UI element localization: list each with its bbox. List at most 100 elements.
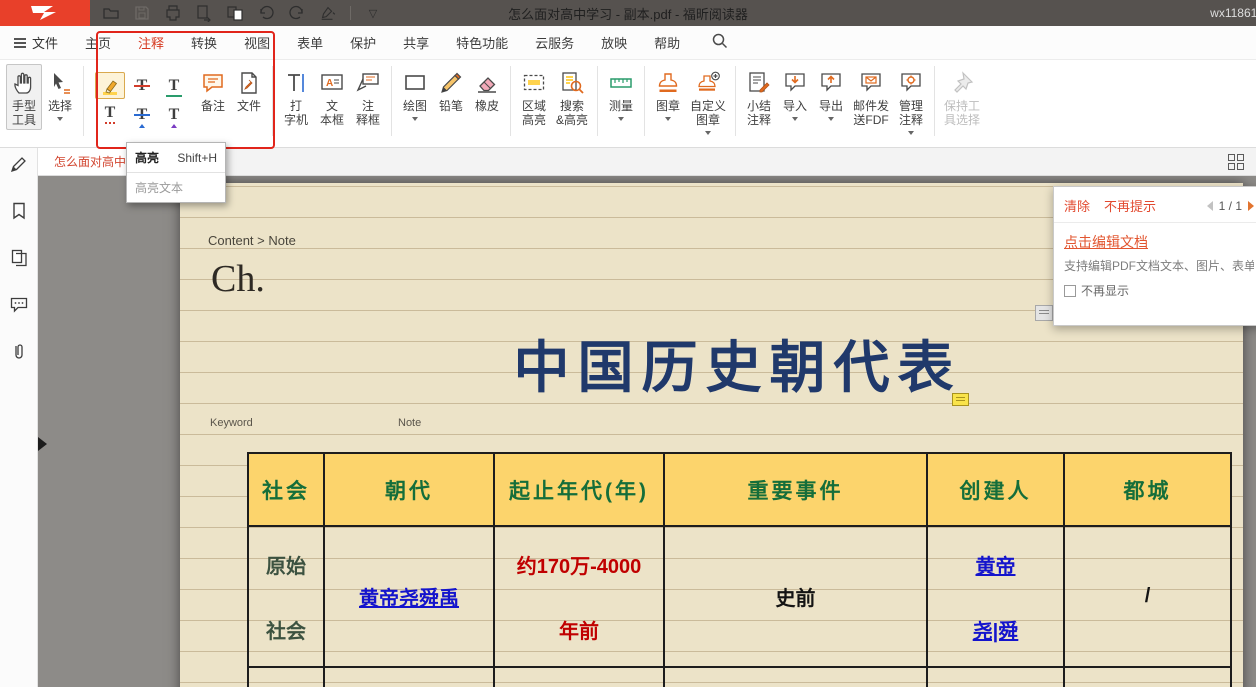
group-separator xyxy=(83,66,84,136)
attachment-icon[interactable] xyxy=(8,341,30,363)
stamp-button[interactable]: 图章 xyxy=(650,64,686,124)
drawing-button[interactable]: 绘图 xyxy=(397,64,433,124)
tab-features[interactable]: 特色功能 xyxy=(456,33,508,52)
chevron-down-icon xyxy=(57,117,63,121)
squiggly-tool-button[interactable]: T xyxy=(95,101,125,128)
measure-button[interactable]: 测量 xyxy=(603,64,639,124)
search-highlight-button[interactable]: 搜索 &高亮 xyxy=(552,64,592,130)
prev-tip-icon[interactable] xyxy=(1207,201,1213,211)
edit-doc-widget-icon[interactable] xyxy=(1035,305,1053,321)
partial-row-cell xyxy=(1065,668,1230,687)
manage-comments-button[interactable]: 管理 注释 xyxy=(893,64,929,138)
clear-button[interactable]: 清除 xyxy=(1064,196,1090,215)
dont-show-checkbox[interactable] xyxy=(1064,285,1076,297)
insert-text-icon: T xyxy=(169,107,180,123)
highlight-dropdown: 高亮 Shift+H 高亮文本 xyxy=(126,142,226,203)
bookmark-icon[interactable] xyxy=(8,200,30,222)
email-fdf-button[interactable]: 邮件发 送FDF xyxy=(849,64,893,130)
export-pdf-icon[interactable] xyxy=(195,4,213,22)
strikeout-icon: T xyxy=(137,78,148,94)
dropdown-item-highlight[interactable]: 高亮 Shift+H xyxy=(127,143,225,172)
svg-text:A: A xyxy=(326,78,333,89)
founder-link-2[interactable]: 尧|舜 xyxy=(973,615,1019,644)
area-highlight-button[interactable]: 区域 高亮 xyxy=(516,64,552,130)
sidebar-expand-handle[interactable] xyxy=(38,437,47,451)
hamburger-icon xyxy=(14,36,26,50)
table-header-founder: 创建人 xyxy=(928,454,1065,527)
convert-icon[interactable] xyxy=(226,4,244,22)
signature-icon[interactable] xyxy=(319,4,337,22)
note-annotation-icon[interactable] xyxy=(952,393,969,406)
cell-dynasty: 黄帝尧舜禹 xyxy=(325,527,495,668)
chevron-down-icon xyxy=(792,117,798,121)
hand-tool-button[interactable]: 手型 工具 xyxy=(6,64,42,130)
partial-row-cell xyxy=(665,668,928,687)
eraser-button[interactable]: 橡皮 xyxy=(469,64,505,116)
toolbar-separator xyxy=(350,6,351,20)
strikeout-tool-button[interactable]: T xyxy=(127,72,157,99)
callout-button[interactable]: 注 释框 xyxy=(350,64,386,130)
save-icon[interactable] xyxy=(133,4,151,22)
textbox-icon: A xyxy=(319,70,345,96)
no-remind-button[interactable]: 不再提示 xyxy=(1104,196,1156,215)
partial-row-cell xyxy=(249,668,325,687)
quick-access-toolbar: ▽ xyxy=(102,4,382,22)
eraser-icon xyxy=(474,70,500,96)
tab-present[interactable]: 放映 xyxy=(601,33,627,52)
note-button[interactable]: 备注 xyxy=(195,64,231,116)
left-sidebar xyxy=(0,148,38,687)
custom-stamp-icon xyxy=(695,70,721,96)
chevron-down-icon xyxy=(618,117,624,121)
tip-pager: 1 / 1 xyxy=(1207,199,1254,213)
tab-share[interactable]: 共享 xyxy=(403,33,429,52)
select-button[interactable]: 选择 xyxy=(42,64,78,124)
keep-tool-selected-button[interactable]: 保持工 具选择 xyxy=(940,64,984,130)
tab-convert[interactable]: 转换 xyxy=(191,33,217,52)
redo-icon[interactable] xyxy=(288,4,306,22)
file-menu[interactable]: 文件 xyxy=(14,33,58,52)
tab-form[interactable]: 表单 xyxy=(297,33,323,52)
next-tip-icon[interactable] xyxy=(1248,201,1254,211)
underline-tool-button[interactable]: T xyxy=(159,72,189,99)
cell-society: 原始 社会 xyxy=(249,527,325,668)
chevron-down-icon xyxy=(908,131,914,135)
replace-text-icon: T xyxy=(137,107,148,123)
tab-view[interactable]: 视图 xyxy=(244,33,270,52)
search-icon[interactable] xyxy=(711,32,728,54)
summarize-comments-button[interactable]: 小结 注释 xyxy=(741,64,777,130)
area-highlight-icon xyxy=(521,70,547,96)
dynasty-link[interactable]: 黄帝尧舜禹 xyxy=(359,582,459,611)
callout-icon xyxy=(355,70,381,96)
tab-comment[interactable]: 注释 xyxy=(138,33,164,52)
highlight-tool-button[interactable] xyxy=(95,72,125,99)
customize-toolbar-icon[interactable]: ▽ xyxy=(364,4,382,22)
account-name[interactable]: wx118615 xyxy=(1210,6,1256,20)
founder-link-1[interactable]: 黄帝 xyxy=(976,550,1016,579)
tab-cloud[interactable]: 云服务 xyxy=(535,33,574,52)
layout-grid-icon[interactable] xyxy=(1228,154,1244,170)
typewriter-button[interactable]: 打 字机 xyxy=(278,64,314,130)
pencil-button[interactable]: 铅笔 xyxy=(433,64,469,116)
custom-stamp-button[interactable]: 自定义 图章 xyxy=(686,64,730,138)
tab-help[interactable]: 帮助 xyxy=(654,33,680,52)
comments-icon[interactable] xyxy=(8,294,30,316)
export-comments-button[interactable]: 导出 xyxy=(813,64,849,124)
print-icon[interactable] xyxy=(164,4,182,22)
pages-icon[interactable] xyxy=(8,247,30,269)
insert-text-tool-button[interactable]: T xyxy=(159,101,189,128)
email-fdf-icon xyxy=(858,70,884,96)
open-file-icon[interactable] xyxy=(102,4,120,22)
undo-icon[interactable] xyxy=(257,4,275,22)
keep-tool-icon xyxy=(949,70,975,96)
group-separator xyxy=(510,66,511,136)
manage-comments-icon xyxy=(898,70,924,96)
file-attachment-button[interactable]: 文件 xyxy=(231,64,267,116)
textbox-button[interactable]: A 文 本框 xyxy=(314,64,350,130)
dropdown-item-highlight-text[interactable]: 高亮文本 xyxy=(127,172,225,202)
replace-text-tool-button[interactable]: T xyxy=(127,101,157,128)
edit-document-link[interactable]: 点击编辑文档 xyxy=(1064,232,1254,252)
tab-home[interactable]: 主页 xyxy=(85,33,111,52)
annotate-pencil-icon[interactable] xyxy=(8,153,30,175)
tab-protect[interactable]: 保护 xyxy=(350,33,376,52)
import-comments-button[interactable]: 导入 xyxy=(777,64,813,124)
